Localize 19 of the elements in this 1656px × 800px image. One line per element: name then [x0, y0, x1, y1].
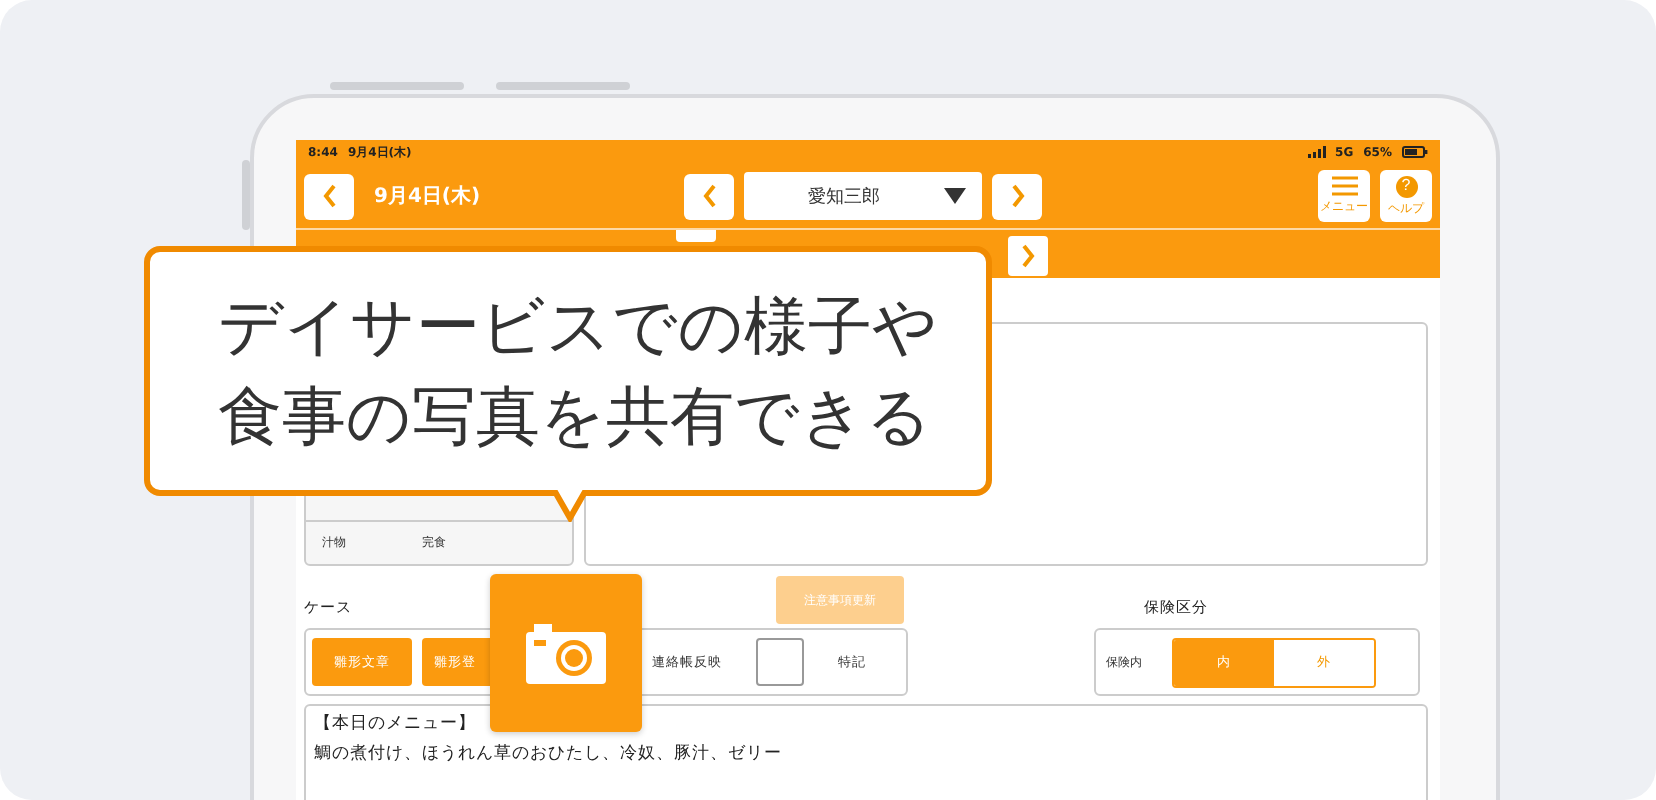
next-button[interactable]	[1008, 236, 1048, 276]
previous-day-button[interactable]	[304, 173, 354, 219]
feature-tooltip: デイサービスでの様子や 食事の写真を共有できる	[144, 246, 992, 496]
chevron-left-icon	[321, 184, 337, 208]
next-person-button[interactable]	[992, 173, 1042, 219]
previous-person-button[interactable]	[684, 173, 734, 219]
camera-button[interactable]	[490, 574, 642, 732]
current-date: 9月4日(木)	[374, 183, 483, 210]
camera-icon	[526, 623, 606, 683]
chevron-right-icon	[1020, 244, 1036, 268]
chevron-left-icon	[701, 184, 717, 208]
dropdown-caret-icon	[944, 188, 966, 204]
tab-indicator	[676, 230, 716, 242]
menu-icon	[1331, 176, 1357, 196]
chevron-right-icon	[1009, 184, 1025, 208]
person-dropdown[interactable]: 愛知三郎	[744, 172, 982, 220]
battery-icon	[1402, 146, 1428, 158]
checkbox[interactable]	[756, 638, 804, 686]
signal-icon	[1307, 146, 1326, 158]
